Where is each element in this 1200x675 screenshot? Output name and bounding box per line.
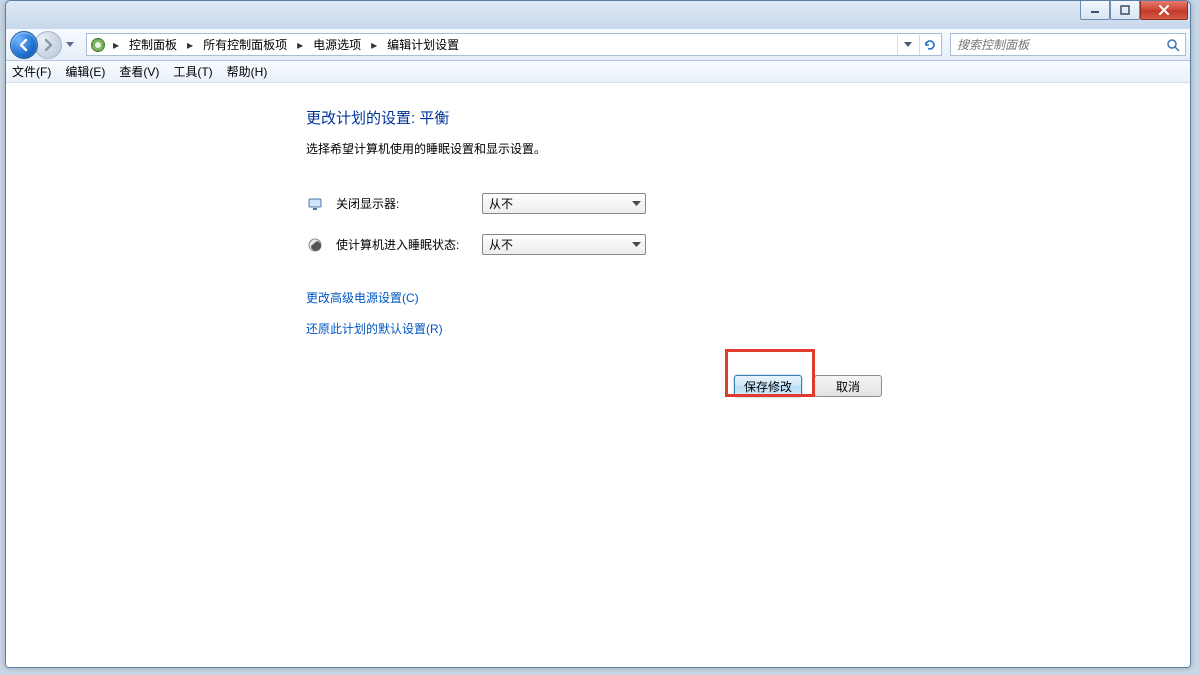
save-button-label: 保存修改 [744,378,792,395]
search-box[interactable] [950,33,1186,56]
display-value: 从不 [489,195,513,212]
chevron-down-icon [632,201,641,207]
cancel-button[interactable]: 取消 [814,375,882,397]
advanced-link[interactable]: 更改高级电源设置(C) [306,289,1190,306]
back-button[interactable] [10,31,38,59]
maximize-button[interactable] [1110,0,1140,20]
display-combo[interactable]: 从不 [482,193,646,214]
menu-file[interactable]: 文件(F) [12,63,51,80]
links-section: 更改高级电源设置(C) 还原此计划的默认设置(R) [306,289,1190,337]
address-dropdown[interactable] [897,35,917,55]
breadcrumb-item[interactable]: 所有控制面板项 [199,34,291,55]
sleep-value: 从不 [489,236,513,253]
menu-bar: 文件(F) 编辑(E) 查看(V) 工具(T) 帮助(H) [6,61,1190,83]
search-input[interactable] [955,37,1165,53]
chevron-right-icon: ▸ [109,38,123,52]
breadcrumb-item[interactable]: 编辑计划设置 [383,34,463,55]
content-area: 更改计划的设置: 平衡 选择希望计算机使用的睡眠设置和显示设置。 关闭显示器: … [6,83,1190,667]
breadcrumb-item[interactable]: 电源选项 [309,34,365,55]
nav-history-dropdown[interactable] [64,38,76,52]
display-label: 关闭显示器: [336,195,470,212]
breadcrumb-item[interactable]: 控制面板 [125,34,181,55]
control-panel-window: ▸ 控制面板 ▸ 所有控制面板项 ▸ 电源选项 ▸ 编辑计划设置 [5,0,1191,668]
titlebar [6,1,1190,29]
setting-display-row: 关闭显示器: 从不 [306,193,1190,214]
address-bar[interactable]: ▸ 控制面板 ▸ 所有控制面板项 ▸ 电源选项 ▸ 编辑计划设置 [86,33,942,56]
chevron-right-icon: ▸ [293,38,307,52]
menu-tools[interactable]: 工具(T) [173,63,212,80]
window-controls [1080,0,1188,20]
nav-buttons [10,31,76,59]
menu-view[interactable]: 查看(V) [119,63,159,80]
menu-help[interactable]: 帮助(H) [227,63,268,80]
sleep-icon [306,236,324,254]
sleep-combo[interactable]: 从不 [482,234,646,255]
cancel-button-label: 取消 [836,378,860,395]
navigation-row: ▸ 控制面板 ▸ 所有控制面板项 ▸ 电源选项 ▸ 编辑计划设置 [6,29,1190,61]
close-button[interactable] [1140,0,1188,20]
control-panel-icon [89,36,107,54]
button-row: 保存修改 取消 [306,375,1190,397]
minimize-button[interactable] [1080,0,1110,20]
display-icon [306,195,324,213]
search-icon[interactable] [1165,37,1181,53]
forward-button[interactable] [34,31,62,59]
menu-edit[interactable]: 编辑(E) [65,63,105,80]
chevron-down-icon [632,242,641,248]
restore-link[interactable]: 还原此计划的默认设置(R) [306,320,1190,337]
setting-sleep-row: 使计算机进入睡眠状态: 从不 [306,234,1190,255]
sleep-label: 使计算机进入睡眠状态: [336,236,470,253]
chevron-right-icon: ▸ [367,38,381,52]
save-button[interactable]: 保存修改 [734,375,802,397]
chevron-right-icon: ▸ [183,38,197,52]
page-title: 更改计划的设置: 平衡 [306,107,1190,128]
refresh-button[interactable] [919,35,939,55]
page-subtitle: 选择希望计算机使用的睡眠设置和显示设置。 [306,140,1190,157]
